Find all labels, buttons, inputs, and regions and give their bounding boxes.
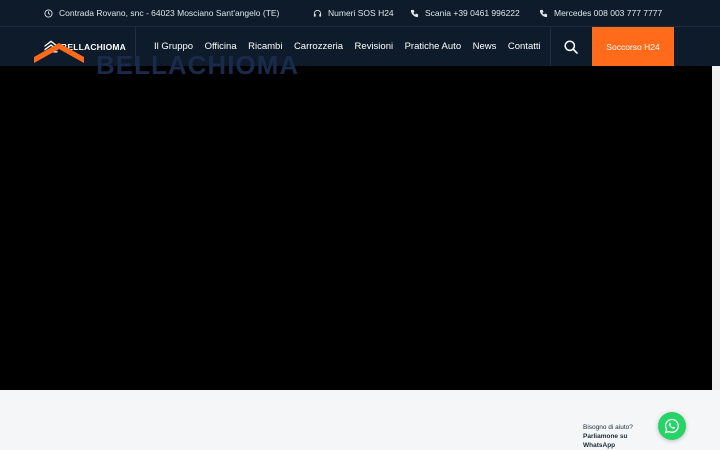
phone-icon xyxy=(539,9,548,18)
nav-divider xyxy=(550,27,551,67)
search-icon xyxy=(564,40,578,54)
scania-phone-text: Scania +39 0461 996222 xyxy=(425,8,520,18)
search-button[interactable] xyxy=(563,39,579,55)
nav-item-carrozzeria[interactable]: Carrozzeria xyxy=(294,41,343,52)
soccorso-h24-button[interactable]: Soccorso H24 xyxy=(592,27,674,66)
whatsapp-icon xyxy=(664,418,679,434)
top-info-bar: Contrada Rovano, snc - 64023 Mosciano Sa… xyxy=(0,0,720,26)
nav-item-contatti[interactable]: Contatti xyxy=(508,41,541,52)
mercedes-phone-text: Mercedes 008 003 777 7777 xyxy=(554,8,663,18)
headset-icon xyxy=(313,9,322,18)
whatsapp-chat-button[interactable] xyxy=(658,412,686,440)
whatsapp-line3: WhatsApp xyxy=(583,442,616,449)
address-item: Contrada Rovano, snc - 64023 Mosciano Sa… xyxy=(44,8,279,18)
phone-icon xyxy=(410,9,419,18)
scania-phone-item[interactable]: Scania +39 0461 996222 xyxy=(410,8,520,18)
hero-video[interactable] xyxy=(0,66,712,390)
whatsapp-line2: Parliamone su xyxy=(583,433,628,440)
nav-item-revisioni[interactable]: Revisioni xyxy=(355,41,394,52)
nav-item-pratiche-auto[interactable]: Pratiche Auto xyxy=(405,41,462,52)
mercedes-phone-item[interactable]: Mercedes 008 003 777 7777 xyxy=(539,8,662,18)
whatsapp-prompt: Bisogno di aiuto? Parliamone su WhatsApp xyxy=(583,423,633,450)
clock-icon xyxy=(44,8,53,18)
sos-item[interactable]: Numeri SOS H24 xyxy=(313,8,394,18)
whatsapp-line1: Bisogno di aiuto? xyxy=(583,424,633,431)
address-text: Contrada Rovano, snc - 64023 Mosciano Sa… xyxy=(59,8,280,18)
scrollbar[interactable] xyxy=(712,66,720,390)
footer-logo-icon xyxy=(34,43,84,68)
footer-logo-text: BELLACHIOMA xyxy=(96,50,300,80)
nav-item-news[interactable]: News xyxy=(473,41,497,52)
sos-text: Numeri SOS H24 xyxy=(328,8,394,18)
